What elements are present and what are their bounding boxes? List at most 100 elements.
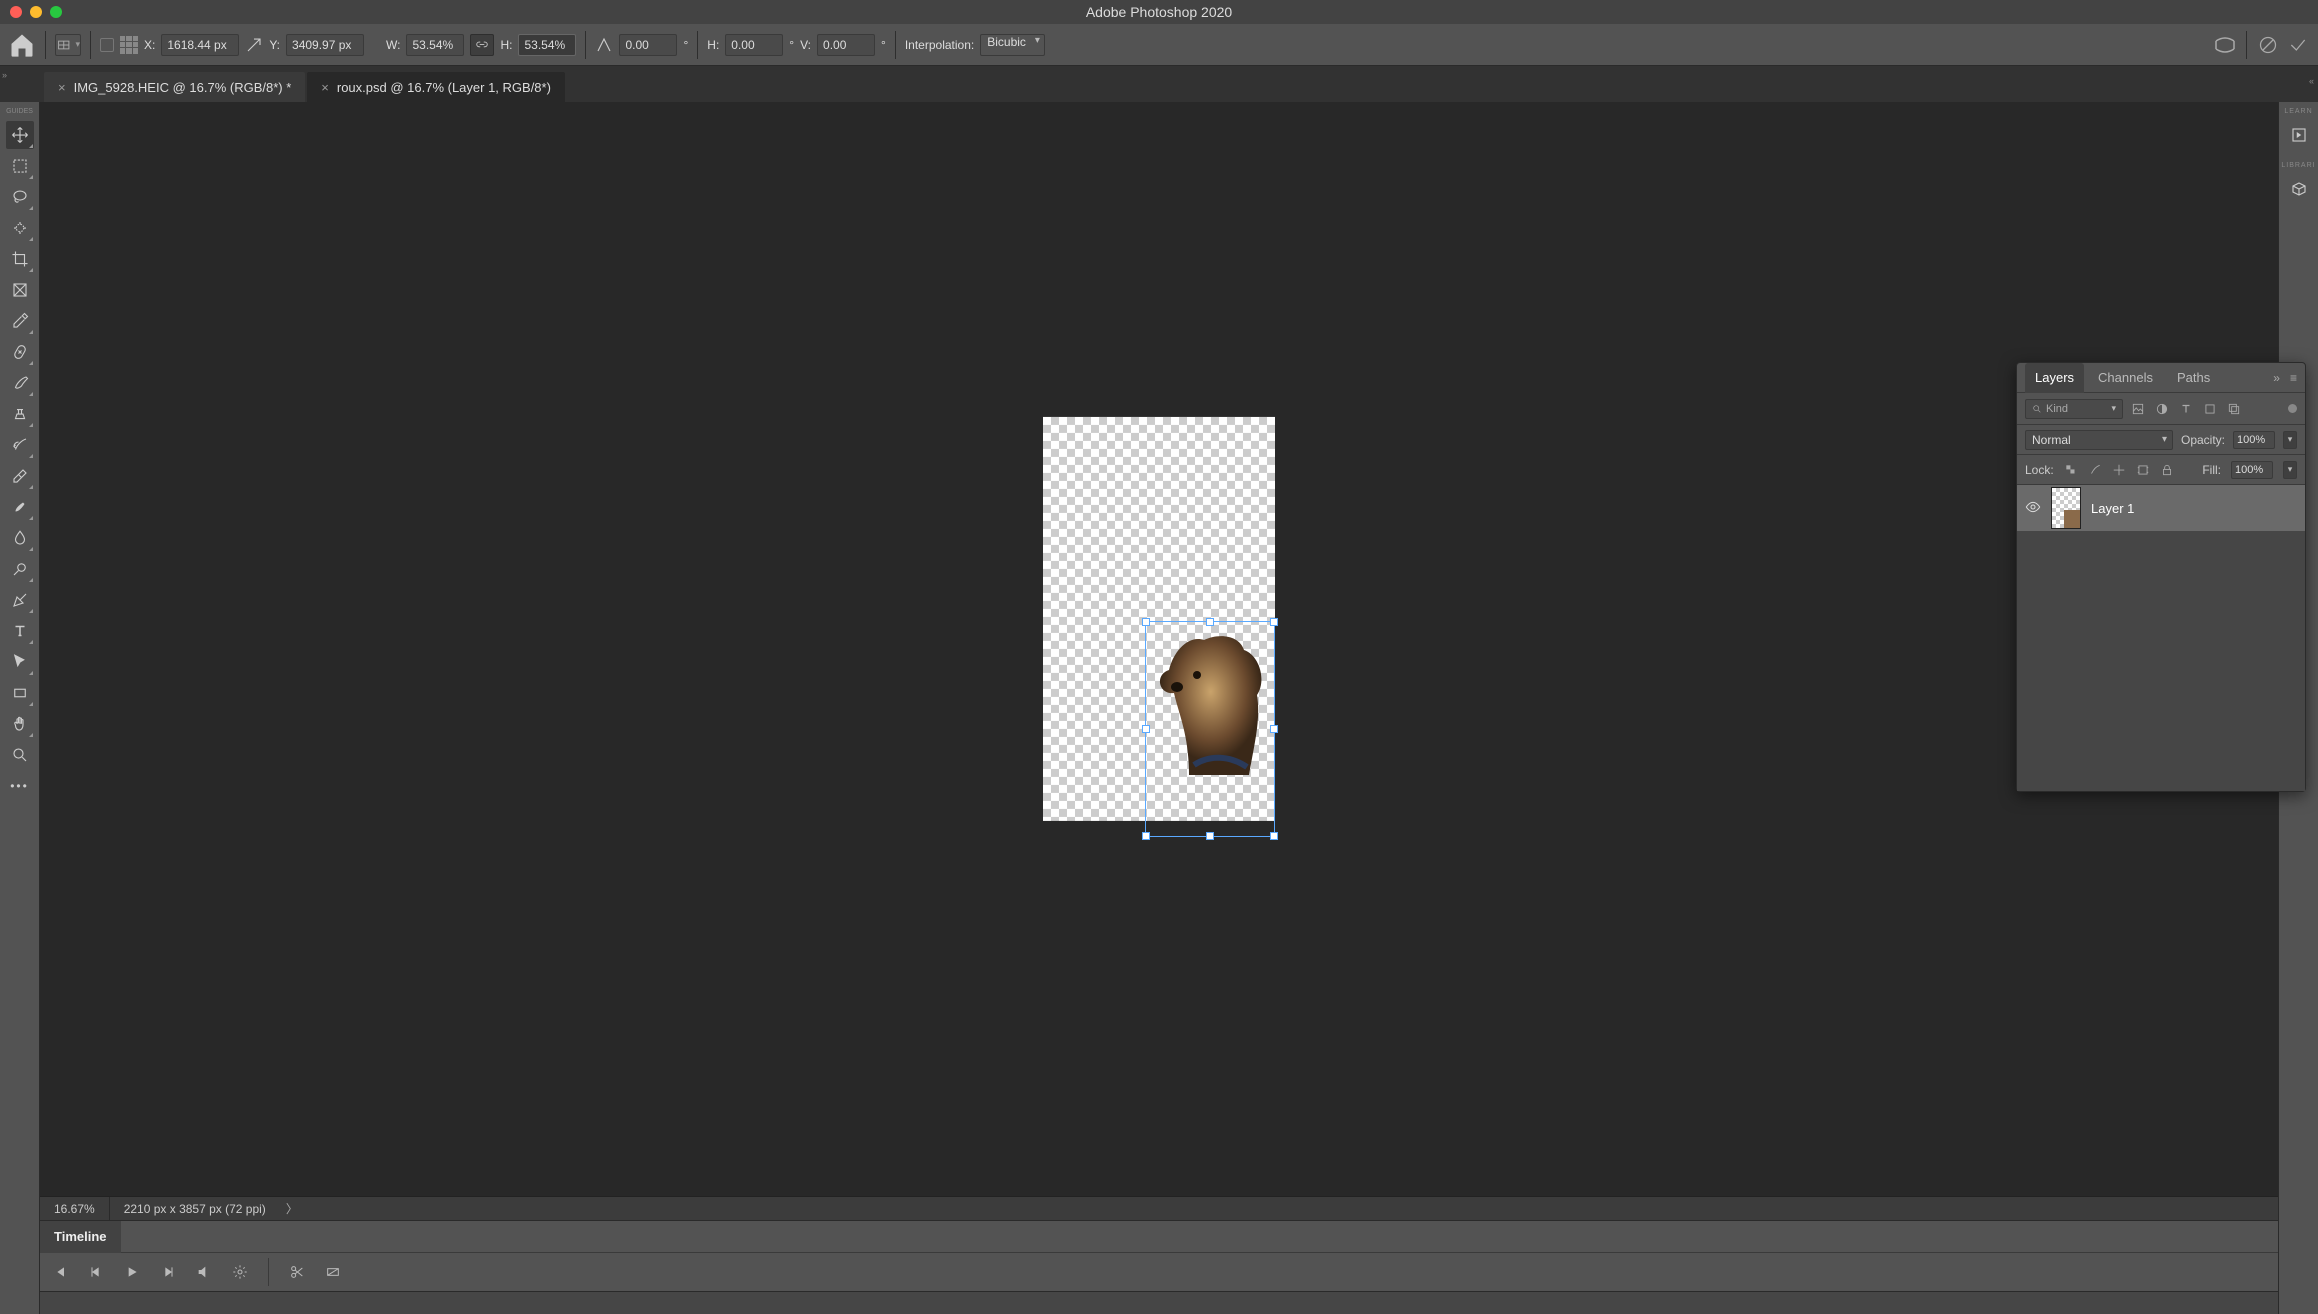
move-tool[interactable] — [6, 121, 34, 149]
lock-position-icon[interactable] — [2112, 463, 2126, 477]
transform-handle-s[interactable] — [1206, 832, 1214, 840]
commit-transform-button[interactable] — [2286, 33, 2310, 57]
swap-xy-icon[interactable] — [245, 36, 263, 54]
transform-skewv-input[interactable] — [817, 34, 875, 56]
learn-panel-icon[interactable] — [2285, 121, 2313, 149]
transform-h-input[interactable] — [518, 34, 576, 56]
home-button[interactable] — [8, 31, 36, 59]
close-tab-icon[interactable]: × — [321, 80, 329, 95]
lock-all-icon[interactable] — [2160, 463, 2174, 477]
link-wh-toggle[interactable] — [470, 34, 494, 56]
layer-name[interactable]: Layer 1 — [2091, 501, 2134, 516]
transform-skewh-input[interactable] — [725, 34, 783, 56]
layer-thumbnail[interactable] — [2051, 487, 2081, 529]
clone-stamp-tool[interactable] — [6, 400, 34, 428]
type-tool[interactable] — [6, 617, 34, 645]
eraser-tool[interactable] — [6, 462, 34, 490]
timeline-split-button[interactable] — [289, 1264, 305, 1280]
gradient-tool[interactable] — [6, 493, 34, 521]
lasso-tool[interactable] — [6, 183, 34, 211]
lock-artboard-icon[interactable] — [2136, 463, 2150, 477]
filter-type-icon[interactable] — [2177, 400, 2195, 418]
filter-smartobject-icon[interactable] — [2225, 400, 2243, 418]
hand-tool[interactable] — [6, 710, 34, 738]
filter-toggle-switch[interactable] — [2288, 404, 2297, 413]
layer-visibility-toggle[interactable] — [2025, 499, 2041, 518]
filter-adjustment-icon[interactable] — [2153, 400, 2171, 418]
path-selection-tool[interactable] — [6, 648, 34, 676]
transform-handle-sw[interactable] — [1142, 832, 1150, 840]
canvas-wrap: 16.67% 2210 px x 3857 px (72 ppi) 〉 Time… — [40, 102, 2278, 1314]
filter-pixel-icon[interactable] — [2129, 400, 2147, 418]
document-tab-0[interactable]: × IMG_5928.HEIC @ 16.7% (RGB/8*) * — [44, 72, 305, 102]
collapse-panels-right-icon[interactable]: « — [2309, 76, 2314, 86]
timeline-transition-button[interactable] — [325, 1264, 341, 1280]
filter-shape-icon[interactable] — [2201, 400, 2219, 418]
healing-brush-tool[interactable] — [6, 338, 34, 366]
transform-y-input[interactable] — [286, 34, 364, 56]
timeline-tab[interactable]: Timeline — [40, 1221, 121, 1253]
maximize-window-button[interactable] — [50, 6, 62, 18]
minimize-window-button[interactable] — [30, 6, 42, 18]
blend-mode-select[interactable]: Normal — [2025, 430, 2173, 450]
history-brush-tool[interactable] — [6, 431, 34, 459]
reference-point-control[interactable]: ▾ — [55, 34, 81, 56]
blend-opacity-row: Normal Opacity: ▾ — [2017, 425, 2305, 455]
transform-handle-se[interactable] — [1270, 832, 1278, 840]
zoom-level[interactable]: 16.67% — [40, 1197, 110, 1221]
expand-panels-left-icon[interactable]: » — [2, 70, 7, 80]
layers-tab[interactable]: Layers — [2025, 363, 2084, 393]
frame-tool[interactable] — [6, 276, 34, 304]
timeline-audio-button[interactable] — [196, 1264, 212, 1280]
paths-tab[interactable]: Paths — [2167, 363, 2220, 393]
lock-image-icon[interactable] — [2088, 463, 2102, 477]
cancel-transform-button[interactable] — [2256, 33, 2280, 57]
collapse-panel-icon[interactable]: » — [2273, 371, 2280, 385]
document-tab-1[interactable]: × roux.psd @ 16.7% (Layer 1, RGB/8*) — [307, 72, 565, 102]
marquee-tool[interactable] — [6, 152, 34, 180]
status-bar: 16.67% 2210 px x 3857 px (72 ppi) 〉 — [40, 1196, 2278, 1220]
warp-mode-button[interactable] — [2213, 33, 2237, 57]
layers-list-empty-area[interactable] — [2017, 531, 2305, 791]
zoom-tool[interactable] — [6, 741, 34, 769]
timeline-prev-frame-button[interactable] — [88, 1264, 104, 1280]
brush-tool[interactable] — [6, 369, 34, 397]
canvas-area[interactable] — [40, 102, 2278, 1196]
rectangle-tool[interactable] — [6, 679, 34, 707]
timeline-settings-button[interactable] — [232, 1264, 248, 1280]
toggle-reference-checkbox[interactable] — [100, 38, 114, 52]
dodge-tool[interactable] — [6, 555, 34, 583]
channels-tab[interactable]: Channels — [2088, 363, 2163, 393]
layers-panel[interactable]: Layers Channels Paths » ≡ Kind ▾ Normal … — [2016, 362, 2306, 792]
doc-info-menu-icon[interactable]: 〉 — [280, 1200, 304, 1217]
timeline-first-frame-button[interactable] — [52, 1264, 68, 1280]
fill-dropdown-icon[interactable]: ▾ — [2283, 461, 2297, 479]
edit-toolbar-button[interactable]: ••• — [6, 772, 34, 800]
timeline-next-frame-button[interactable] — [160, 1264, 176, 1280]
fill-input[interactable] — [2231, 461, 2273, 479]
pen-tool[interactable] — [6, 586, 34, 614]
panel-menu-icon[interactable]: ≡ — [2290, 371, 2297, 385]
blur-tool[interactable] — [6, 524, 34, 552]
opacity-input[interactable] — [2233, 431, 2275, 449]
timeline-play-button[interactable] — [124, 1264, 140, 1280]
x-label: X: — [144, 38, 155, 52]
degree-1: ° — [683, 38, 688, 52]
quick-selection-tool[interactable] — [6, 214, 34, 242]
layer-filter-kind-select[interactable]: Kind ▾ — [2025, 399, 2123, 419]
layer-image[interactable] — [1149, 625, 1279, 795]
transform-rotate-input[interactable] — [619, 34, 677, 56]
crop-tool[interactable] — [6, 245, 34, 273]
interpolation-select[interactable]: Bicubic — [980, 34, 1045, 56]
eyedropper-tool[interactable] — [6, 307, 34, 335]
close-tab-icon[interactable]: × — [58, 80, 66, 95]
document-info[interactable]: 2210 px x 3857 px (72 ppi) — [110, 1202, 280, 1216]
opacity-dropdown-icon[interactable]: ▾ — [2283, 431, 2297, 449]
close-window-button[interactable] — [10, 6, 22, 18]
layer-row[interactable]: Layer 1 — [2017, 485, 2305, 531]
lock-transparency-icon[interactable] — [2064, 463, 2078, 477]
libraries-panel-icon[interactable] — [2285, 175, 2313, 203]
reference-grid-icon[interactable] — [120, 36, 138, 54]
transform-x-input[interactable] — [161, 34, 239, 56]
transform-w-input[interactable] — [406, 34, 464, 56]
